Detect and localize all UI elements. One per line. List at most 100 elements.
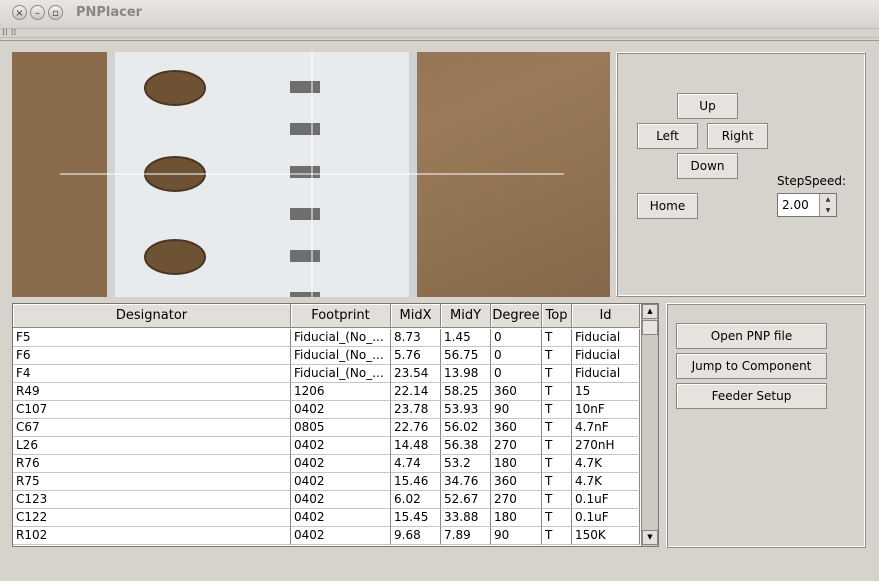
cell-col-degree: 360 [491,473,542,491]
component-pocket [290,123,320,135]
open-pnp-file-button[interactable]: Open PNP file [676,323,827,349]
cell-col-top: T [542,437,572,455]
cell-col-midy: 58.25 [441,383,491,401]
cell-col-designator: F5 [13,329,291,347]
table-row[interactable]: C123 0402 6.02 52.67 270 T 0.1uF [13,491,640,509]
table-row[interactable]: C122 0402 15.45 33.88 180 T 0.1uF [13,509,640,527]
left-button[interactable]: Left [637,123,698,149]
cell-col-degree: 90 [491,527,542,545]
cell-col-designator: F4 [13,365,291,383]
component-pocket [290,166,320,178]
cell-col-footprint: 0402 [291,473,391,491]
component-table[interactable]: Designator Footprint MidX MidY Degree Top Id F… [12,303,659,547]
cell-col-midx: 6.02 [391,491,441,509]
cell-col-designator: C123 [13,491,291,509]
cell-col-top: T [542,455,572,473]
header-col-midy[interactable]: MidY [441,304,491,328]
minimize-icon[interactable]: – [30,5,45,20]
cell-col-id: Fiducial [572,347,640,365]
component-pocket [290,250,320,262]
camera-view[interactable] [12,52,610,297]
cell-col-degree: 270 [491,437,542,455]
scroll-thumb[interactable] [642,320,658,335]
cell-col-midy: 13.98 [441,365,491,383]
component-pocket [290,81,320,93]
header-col-footprint[interactable]: Footprint [291,304,391,328]
header-col-top[interactable]: Top [542,304,572,328]
header-col-degree[interactable]: Degree [491,304,542,328]
spin-down-icon[interactable]: ▼ [820,205,836,216]
cell-col-top: T [542,365,572,383]
scroll-up-icon[interactable]: ▲ [642,304,658,319]
cell-col-id: 15 [572,383,640,401]
cell-col-footprint: 1206 [291,383,391,401]
table-row[interactable]: R49 1206 22.14 58.25 360 T 15 [13,383,640,401]
cell-col-degree: 270 [491,491,542,509]
step-speed-spinbox[interactable]: 2.00 ▲ ▼ [777,193,837,217]
up-button[interactable]: Up [677,93,738,119]
cell-col-midy: 1.45 [441,329,491,347]
sprocket-hole [144,70,206,106]
cell-col-designator: R49 [13,383,291,401]
sprocket-hole [144,239,206,275]
cell-col-midy: 53.2 [441,455,491,473]
cell-col-top: T [542,527,572,545]
cell-col-footprint: 0402 [291,401,391,419]
spin-up-icon[interactable]: ▲ [820,194,836,205]
component-pocket [290,208,320,220]
table-row[interactable]: R75 0402 15.46 34.76 360 T 4.7K [13,473,640,491]
scroll-down-icon[interactable]: ▼ [642,530,658,545]
home-button[interactable]: Home [637,193,698,219]
table-row[interactable]: R102 0402 9.68 7.89 90 T 150K [13,527,640,545]
cell-col-degree: 0 [491,365,542,383]
step-speed-label: StepSpeed: [777,174,846,188]
cell-col-midy: 33.88 [441,509,491,527]
table-row[interactable]: F6 Fiducial_(No_... 5.76 56.75 0 T Fiducial [13,347,640,365]
close-icon[interactable]: × [12,5,27,20]
table-row[interactable]: L26 0402 14.48 56.38 270 T 270nH [13,437,640,455]
table-scrollbar[interactable]: ▲ ▼ [641,304,658,546]
table-row[interactable]: F4 Fiducial_(No_... 23.54 13.98 0 T Fiducial [13,365,640,383]
maximize-icon[interactable]: ▫ [48,5,63,20]
table-row[interactable]: C67 0805 22.76 56.02 360 T 4.7nF [13,419,640,437]
cell-col-midx: 4.74 [391,455,441,473]
right-button[interactable]: Right [707,123,768,149]
cell-col-footprint: 0402 [291,527,391,545]
cell-col-footprint: Fiducial_(No_... [291,347,391,365]
cell-col-midx: 14.48 [391,437,441,455]
cell-col-degree: 360 [491,419,542,437]
table-row[interactable]: R76 0402 4.74 53.2 180 T 4.7K [13,455,640,473]
cell-col-degree: 180 [491,455,542,473]
table-row[interactable]: C107 0402 23.78 53.93 90 T 10nF [13,401,640,419]
feeder-setup-button[interactable]: Feeder Setup [676,383,827,409]
cell-col-top: T [542,383,572,401]
tearoff-handle[interactable]: ⁞⁞ ⁞⁞ [0,28,879,38]
jump-to-component-button[interactable]: Jump to Component [676,353,827,379]
cell-col-degree: 0 [491,347,542,365]
cell-col-id: Fiducial [572,329,640,347]
component-pocket [290,292,320,297]
cell-col-footprint: 0402 [291,509,391,527]
cell-col-midy: 53.93 [441,401,491,419]
cell-col-degree: 360 [491,383,542,401]
cell-col-id: 4.7K [572,455,640,473]
cell-col-footprint: Fiducial_(No_... [291,329,391,347]
cell-col-midx: 9.68 [391,527,441,545]
window-title: PNPlacer [76,5,143,20]
cell-col-degree: 0 [491,329,542,347]
cell-col-id: 150K [572,527,640,545]
table-row[interactable]: F5 Fiducial_(No_... 8.73 1.45 0 T Fiducial [13,329,640,347]
cell-col-midx: 22.76 [391,419,441,437]
cell-col-degree: 180 [491,509,542,527]
header-col-designator[interactable]: Designator [13,304,291,328]
step-speed-value[interactable]: 2.00 [782,198,809,212]
cell-col-footprint: 0402 [291,455,391,473]
down-button[interactable]: Down [677,153,738,179]
header-col-id[interactable]: Id [572,304,640,328]
cell-col-midx: 22.14 [391,383,441,401]
header-col-midx[interactable]: MidX [391,304,441,328]
cell-col-midy: 7.89 [441,527,491,545]
cell-col-footprint: 0402 [291,491,391,509]
cell-col-midx: 5.76 [391,347,441,365]
cell-col-top: T [542,401,572,419]
